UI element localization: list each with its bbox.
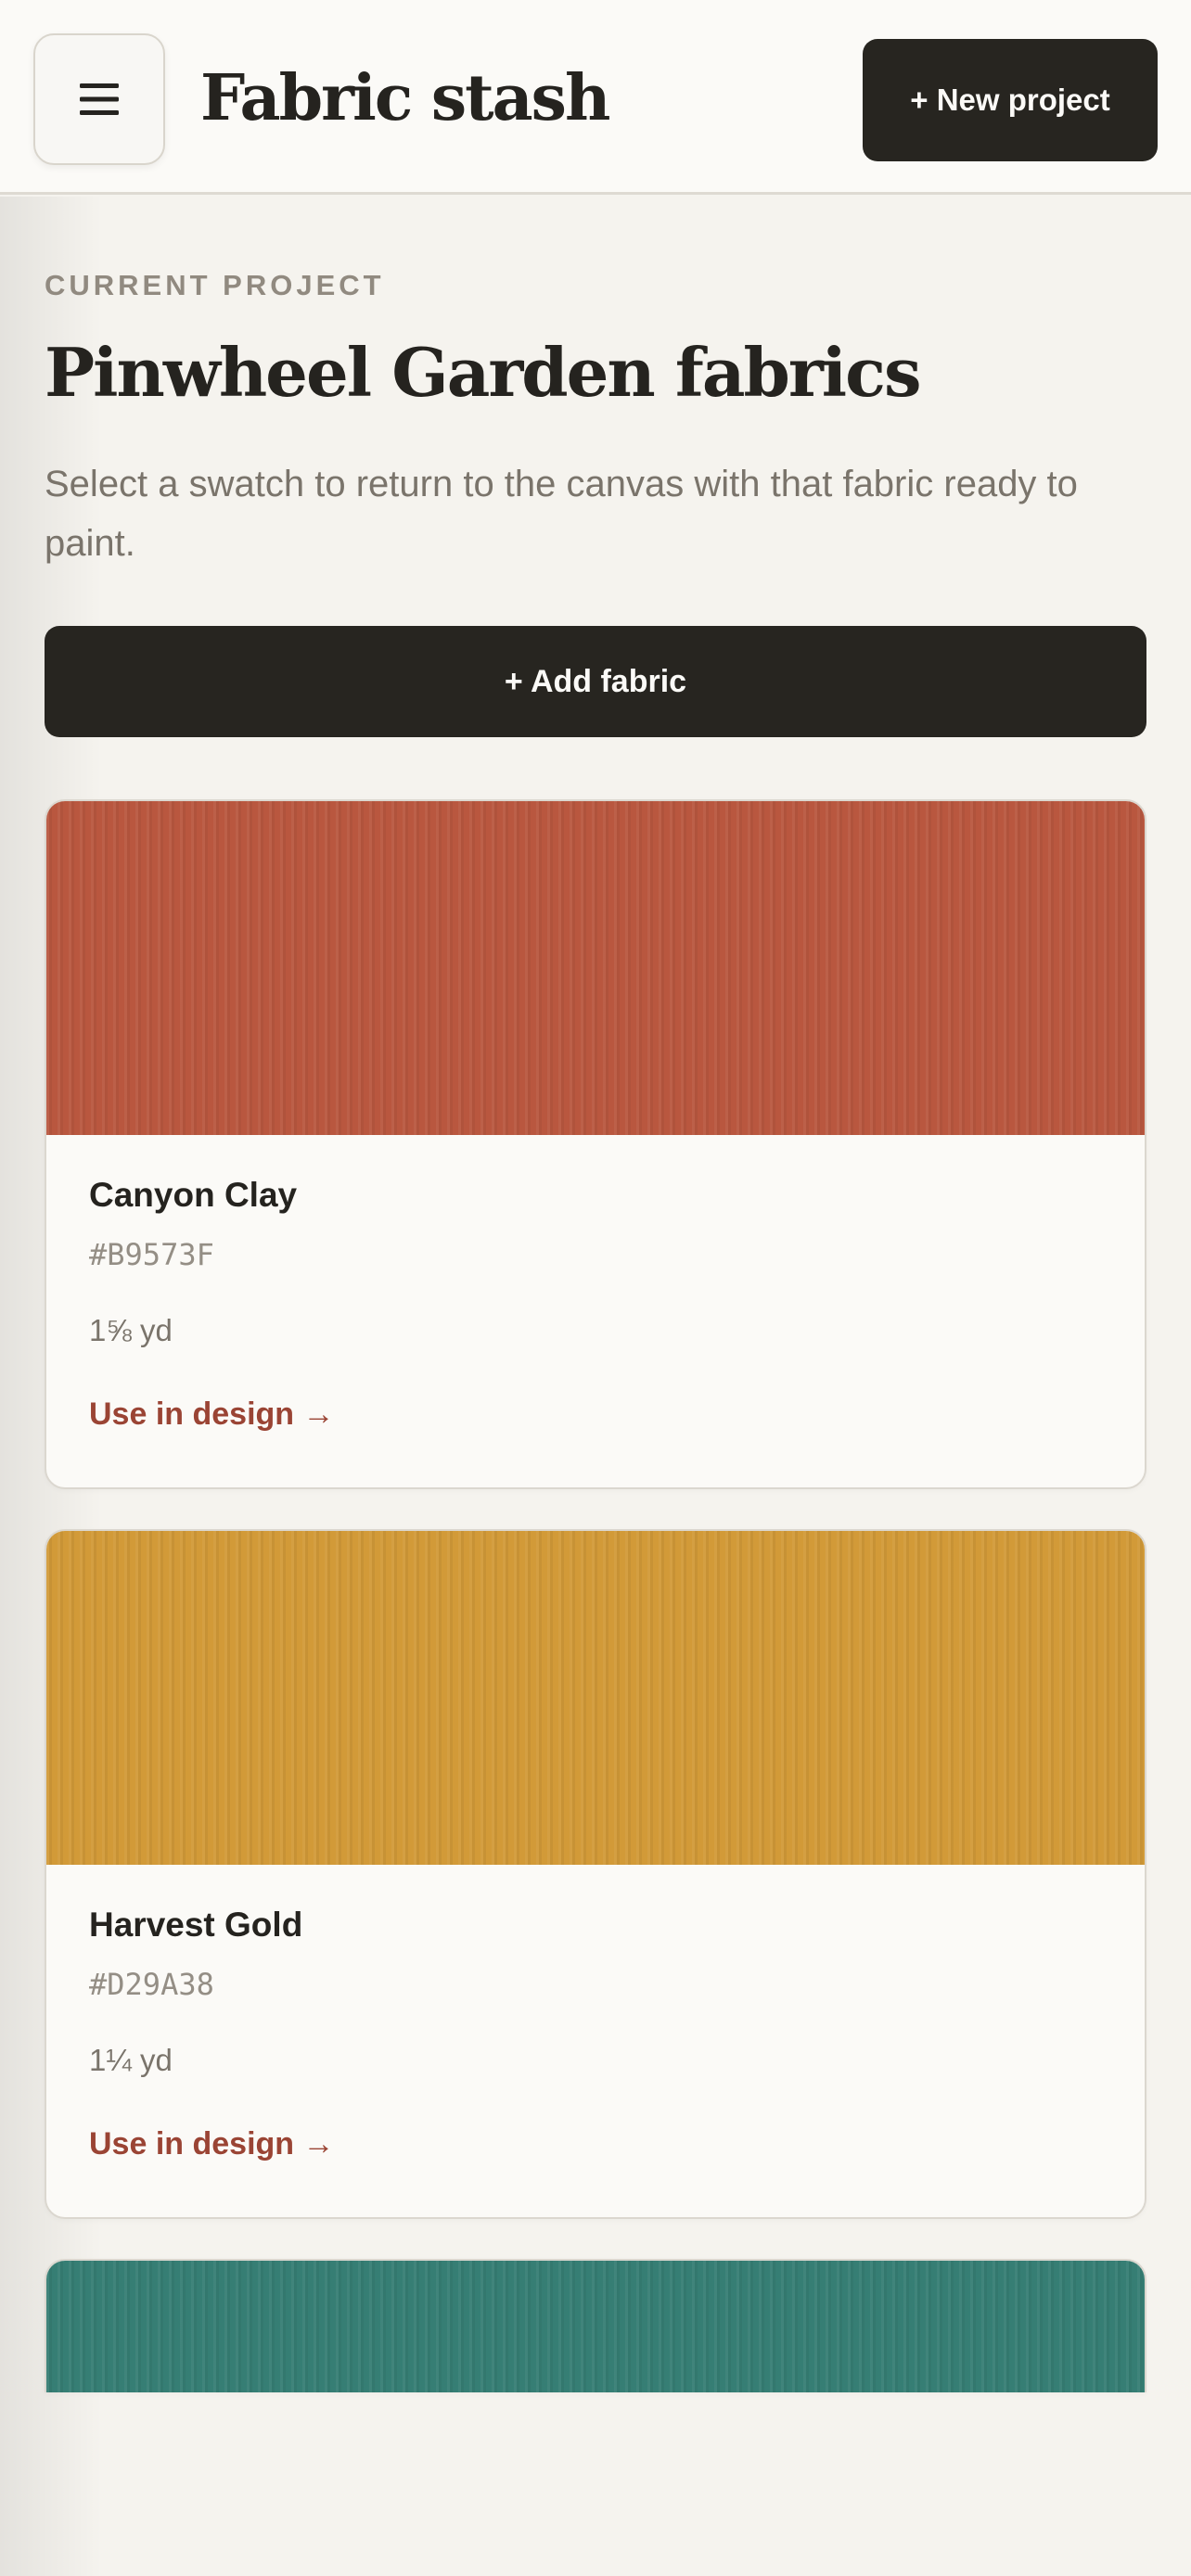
fabric-quantity: 1⅝ yd xyxy=(89,1313,173,1347)
page-subtitle: Select a swatch to return to the canvas … xyxy=(45,464,1078,564)
fabric-card[interactable]: Harvest Gold #D29A38 1¼ yd Use in design… xyxy=(45,1529,1146,2219)
app-title: Fabric stash xyxy=(200,61,610,135)
fabric-card[interactable] xyxy=(45,2259,1146,2392)
top-bar: Fabric stash + New project xyxy=(0,0,1191,195)
use-in-design-link[interactable]: Use in design → xyxy=(89,1396,335,1433)
menu-button[interactable] xyxy=(33,33,165,165)
new-project-button[interactable]: + New project xyxy=(863,39,1158,161)
fabric-swatch[interactable] xyxy=(46,801,1145,1135)
add-fabric-button[interactable]: + Add fabric xyxy=(45,626,1146,737)
fabric-hex-code: #D29A38 xyxy=(89,1967,214,2002)
fabric-name: Canyon Clay xyxy=(89,1176,298,1214)
page-title: Pinwheel Garden fabrics xyxy=(45,333,921,412)
fabric-hex-code: #B9573F xyxy=(89,1237,214,1272)
fabric-swatch[interactable] xyxy=(46,1531,1145,1865)
hamburger-menu-icon xyxy=(80,83,119,115)
use-in-design-link[interactable]: Use in design → xyxy=(89,2126,335,2162)
fabric-name: Harvest Gold xyxy=(89,1906,303,1944)
fabric-card[interactable]: Canyon Clay #B9573F 1⅝ yd Use in design … xyxy=(45,799,1146,1489)
fabric-quantity: 1¼ yd xyxy=(89,2043,173,2077)
fabric-swatch[interactable] xyxy=(46,2261,1145,2392)
section-eyebrow: CURRENT PROJECT xyxy=(45,269,385,301)
